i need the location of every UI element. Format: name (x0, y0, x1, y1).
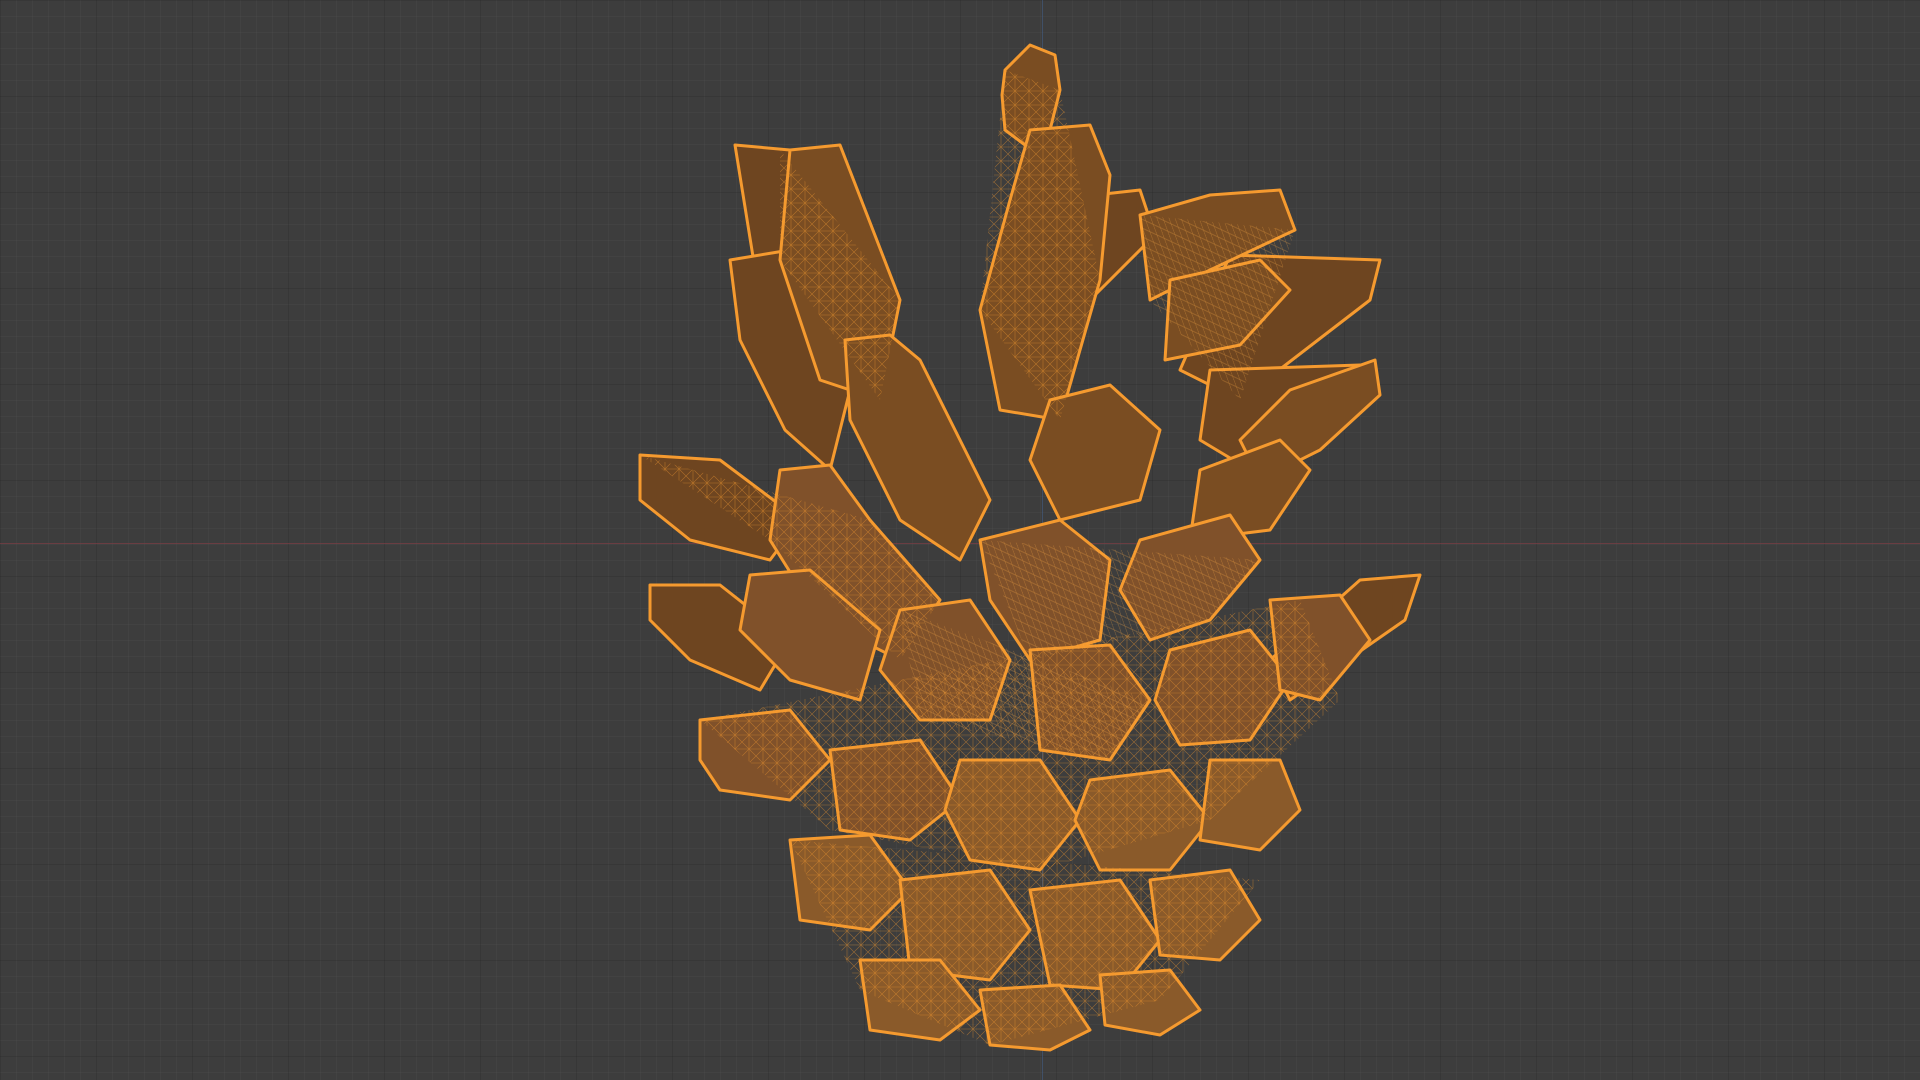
pine-cone-wireframe-model[interactable] (0, 0, 1920, 1080)
3d-viewport[interactable] (0, 0, 1920, 1080)
